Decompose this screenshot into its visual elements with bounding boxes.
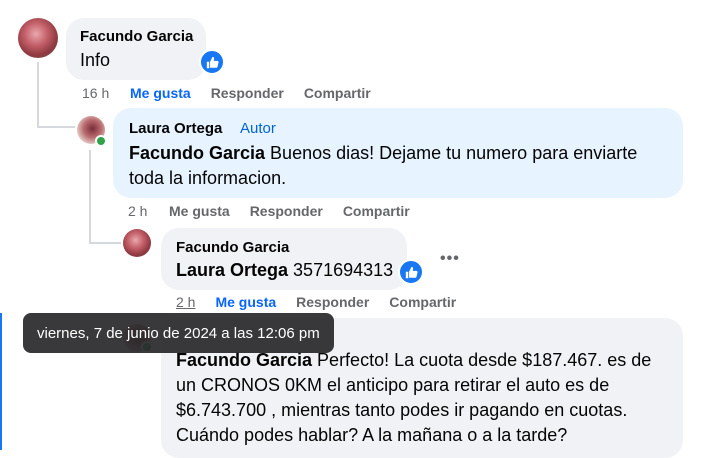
avatar[interactable]	[18, 18, 58, 58]
timestamp-tooltip: viernes, 7 de junio de 2024 a las 12:06 …	[23, 313, 334, 353]
reply-button[interactable]: Responder	[296, 294, 369, 312]
thread-connector	[89, 242, 121, 244]
online-indicator	[95, 135, 107, 147]
comment-author-name[interactable]: Facundo Garcia	[176, 239, 289, 256]
comment-text: Facundo Garcia Buenos dias! Dejame tu nu…	[129, 141, 659, 191]
comment-text: Laura Ortega 3571694313	[176, 258, 393, 283]
comment-text: Info	[80, 50, 111, 70]
like-icon[interactable]	[199, 49, 225, 75]
comment-body: 3571694313	[288, 260, 394, 280]
reply-button[interactable]: Responder	[250, 203, 323, 221]
reply-button[interactable]: Responder	[211, 85, 284, 103]
share-button[interactable]: Compartir	[304, 85, 371, 103]
comment-bubble: Facundo Garcia Laura Ortega 3571694313	[161, 228, 407, 290]
comment-actions: 2 h Me gusta Responder Compartir	[128, 203, 410, 221]
comment-bubble: Laura Ortega Autor Facundo Garcia Buenos…	[113, 108, 683, 198]
mention-link[interactable]: Facundo Garcia	[129, 143, 265, 163]
author-badge: Autor	[240, 120, 276, 137]
comment-bubble: Facundo Garcia Info	[66, 18, 206, 80]
comment-actions: 2 h Me gusta Responder Compartir	[176, 294, 456, 312]
thread-line	[89, 150, 91, 242]
comment-actions: 16 h Me gusta Responder Compartir	[82, 85, 371, 103]
comment-author-name[interactable]: Facundo Garcia	[80, 28, 193, 45]
thread-connector	[37, 126, 75, 128]
like-button[interactable]: Me gusta	[215, 294, 276, 312]
like-button[interactable]: Me gusta	[169, 203, 230, 221]
mention-link[interactable]: Facundo Garcia	[176, 350, 312, 370]
thread-line	[37, 62, 39, 126]
comment-timestamp[interactable]: 2 h	[176, 294, 195, 312]
more-options-icon[interactable]: •••	[440, 250, 460, 268]
comment-author-name[interactable]: Laura Ortega	[129, 120, 222, 137]
share-button[interactable]: Compartir	[389, 294, 456, 312]
like-button[interactable]: Me gusta	[130, 85, 191, 103]
comment-text: Facundo Garcia Perfecto! La cuota desde …	[176, 348, 671, 448]
mention-link[interactable]: Laura Ortega	[176, 260, 288, 280]
avatar[interactable]	[123, 229, 151, 257]
comment-timestamp[interactable]: 16 h	[82, 85, 130, 103]
like-icon[interactable]	[398, 259, 424, 285]
share-button[interactable]: Compartir	[343, 203, 410, 221]
comment-timestamp[interactable]: 2 h	[128, 203, 169, 221]
selection-edge	[0, 313, 2, 450]
